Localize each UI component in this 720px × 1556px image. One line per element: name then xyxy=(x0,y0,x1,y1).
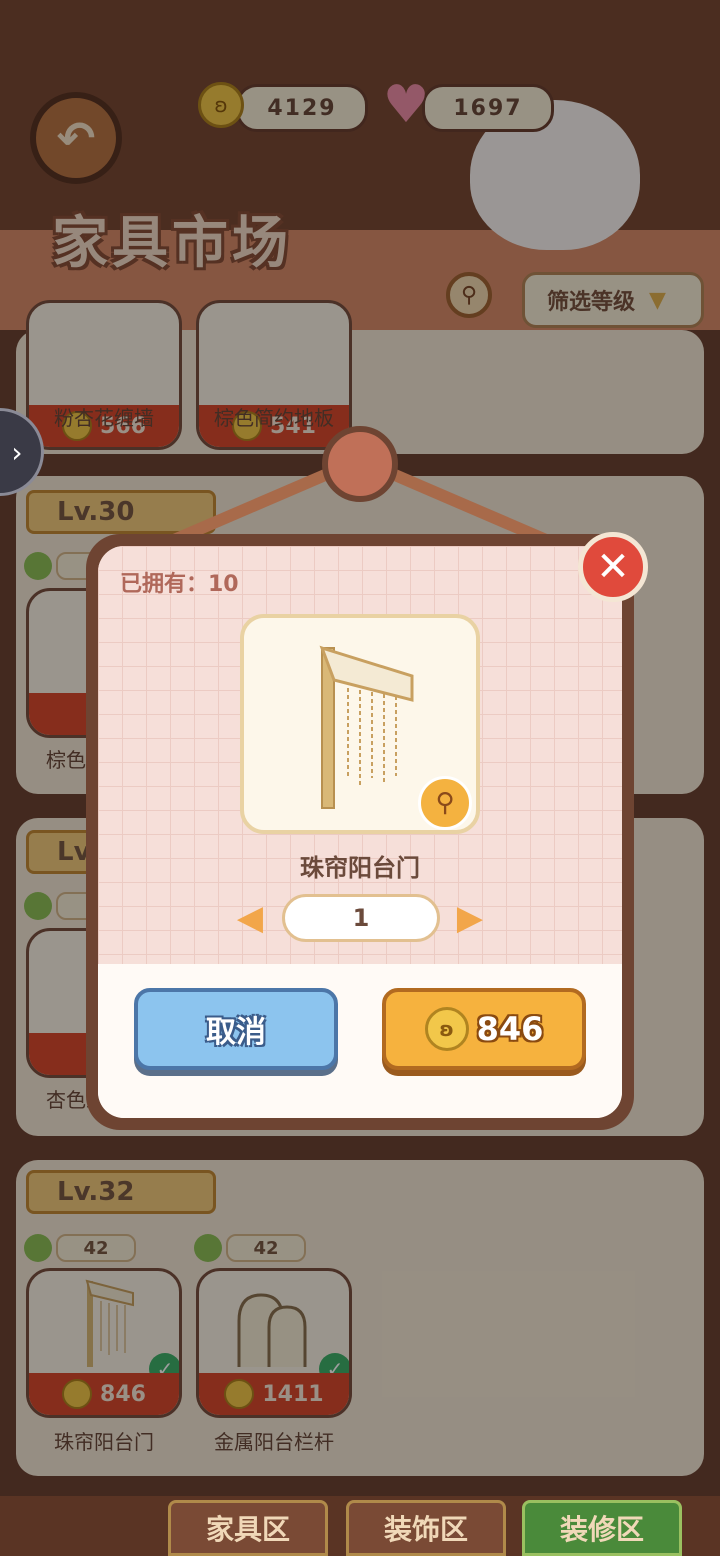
increase-quantity-button[interactable]: ▶ xyxy=(452,898,488,938)
buy-price-value: 846 xyxy=(476,1010,544,1048)
buy-button[interactable]: ʚ 846 xyxy=(382,988,586,1070)
owned-count: 已拥有：10 xyxy=(120,572,239,597)
zoom-preview-button[interactable]: ⚲ xyxy=(418,776,472,830)
tab-furniture[interactable]: 家具区 xyxy=(168,1500,328,1556)
tab-label: 家具区 xyxy=(205,1513,290,1546)
tab-renovation[interactable]: 装修区 xyxy=(522,1500,682,1556)
quantity-value: 1 xyxy=(352,904,370,932)
triangle-right-icon: ▶ xyxy=(456,898,484,938)
tab-label: 装饰区 xyxy=(383,1513,468,1546)
close-icon: ✕ xyxy=(596,544,630,590)
quantity-field[interactable]: 1 xyxy=(282,894,440,942)
decrease-quantity-button[interactable]: ◀ xyxy=(232,898,268,938)
chevron-right-icon: › xyxy=(11,435,23,469)
bunny-coin-icon: ʚ xyxy=(424,1007,469,1051)
tab-decoration[interactable]: 装饰区 xyxy=(346,1500,506,1556)
cancel-button[interactable]: 取消 xyxy=(134,988,338,1070)
tab-label: 装修区 xyxy=(559,1513,644,1546)
item-title: 珠帘阳台门 xyxy=(300,854,420,882)
hanging-knob xyxy=(322,426,398,502)
close-button[interactable]: ✕ xyxy=(578,532,648,602)
triangle-left-icon: ◀ xyxy=(236,898,264,938)
cancel-label: 取消 xyxy=(206,1015,266,1050)
magnifier-icon: ⚲ xyxy=(435,788,455,818)
